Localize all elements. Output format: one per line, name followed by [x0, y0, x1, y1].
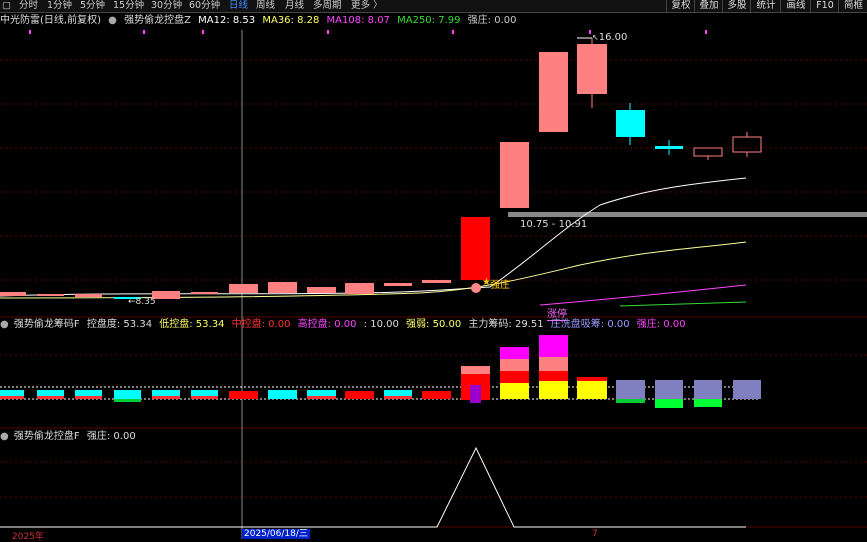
ma12-line [0, 177, 747, 297]
chip-bars [0, 335, 761, 408]
candle [422, 280, 451, 283]
candle [732, 136, 762, 153]
zhuang-marker-icon [471, 283, 481, 293]
ma108-line [539, 284, 747, 306]
val10-value: : 10.00 [363, 319, 399, 330]
candle [37, 294, 64, 296]
candle [345, 283, 374, 294]
zhuang-label: 强庄 [490, 280, 510, 291]
candle [268, 282, 297, 293]
range-label: 10.75 - 10.91 [520, 219, 588, 230]
candle [307, 287, 336, 293]
sub2-indicator-name[interactable]: 强势偷龙控盘F [14, 431, 80, 442]
candle [655, 146, 683, 149]
candle [191, 292, 218, 294]
candle [539, 52, 568, 132]
xipan-value: 庄洗盘吸筹: 0.00 [550, 319, 630, 330]
dikongpan-value: 低控盘: 53.34 [159, 319, 225, 330]
zhuli-value: 主力筹码: 29.51 [468, 319, 544, 330]
year-label: 2025年 [12, 532, 44, 542]
sub2-header: ● 强势偷龙控盘F 强庄: 0.00 [0, 430, 140, 443]
candle [75, 294, 102, 297]
indicator-dot-icon[interactable]: ● [0, 319, 9, 330]
qiangruo-value: 强弱: 50.00 [406, 319, 462, 330]
gaokongpan-value: 高控盘: 0.00 [297, 319, 357, 330]
high-price-label: ↖16.00 [592, 32, 628, 43]
candle-limit-up [461, 217, 490, 280]
kongpan-line [0, 446, 746, 528]
candle [577, 44, 607, 94]
month-marker: 7 [592, 529, 598, 539]
sub1-header: ● 强势偷龙筹码F 控盘度: 53.34 低控盘: 53.34 中控盘: 0.0… [0, 318, 690, 331]
zhongkongpan-value: 中控盘: 0.00 [231, 319, 291, 330]
ma250-line [619, 301, 747, 307]
candle [0, 292, 26, 296]
candle [693, 147, 723, 157]
arrow-left-icon: ← [128, 297, 136, 307]
kline-chart[interactable]: ★ [0, 0, 867, 539]
sub1-qiangzhuang-value: 强庄: 0.00 [636, 319, 686, 330]
crosshair-date-label: 2025/06/18/三 [242, 529, 310, 539]
price-level-bar [508, 212, 867, 217]
sub1-indicator-name[interactable]: 强势偷龙筹码F [14, 319, 80, 330]
candle [152, 291, 180, 299]
sub2-qiangzhuang-value: 强庄: 0.00 [86, 431, 136, 442]
candle [616, 110, 645, 137]
kongpan-value: 控盘度: 53.34 [86, 319, 153, 330]
indicator-dot-icon[interactable]: ● [0, 431, 9, 442]
candles [0, 37, 762, 299]
low-price-label: ←8.35 [128, 297, 156, 307]
candle [384, 283, 412, 286]
arrow-icon: ↖ [592, 33, 599, 42]
candle [229, 284, 258, 293]
candle [500, 142, 529, 208]
